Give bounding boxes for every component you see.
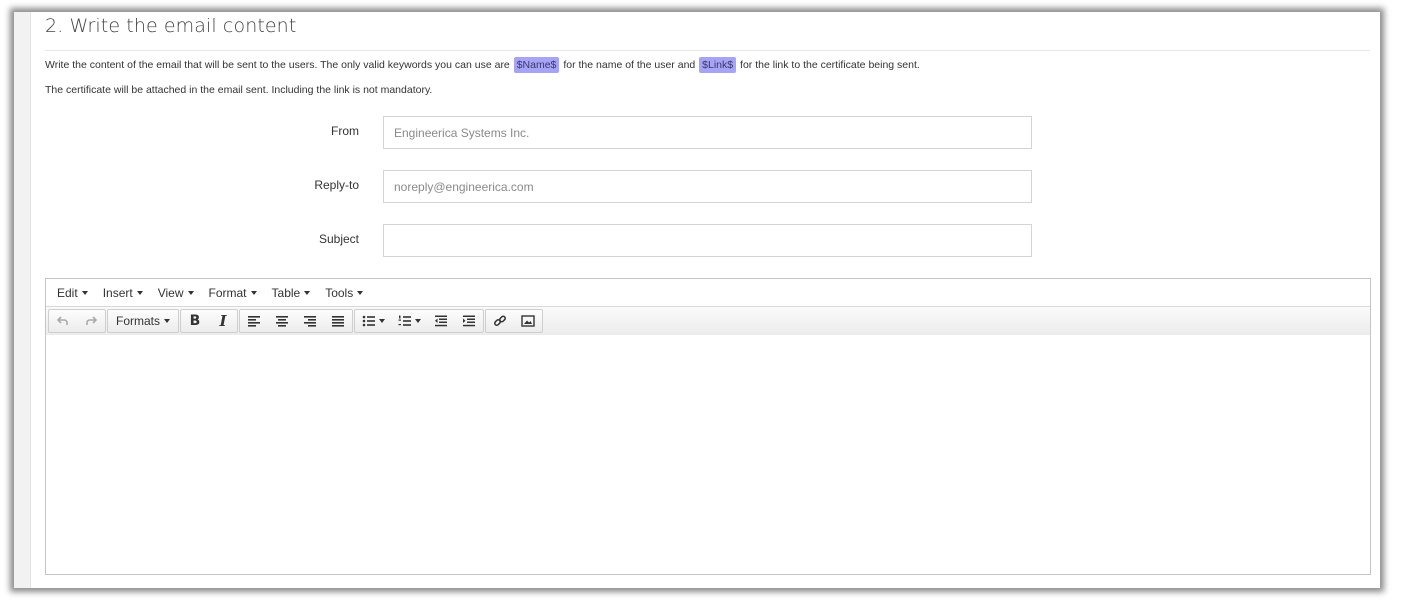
chevron-down-icon xyxy=(187,290,194,295)
align-right-icon xyxy=(304,316,317,327)
insert-group xyxy=(485,309,544,333)
editor-toolbar: Formats B I xyxy=(46,307,1370,336)
bold-button[interactable]: B xyxy=(181,310,209,332)
formats-group: Formats xyxy=(107,309,180,333)
chevron-down-icon xyxy=(164,319,171,323)
align-left-button[interactable] xyxy=(240,310,268,332)
align-left-icon xyxy=(248,316,261,327)
italic-button[interactable]: I xyxy=(209,310,237,332)
page-content: 2. Write the email content Write the con… xyxy=(14,12,1380,588)
reply-to-label: Reply-to xyxy=(314,178,359,192)
description-prefix: Write the content of the email that will… xyxy=(45,59,510,71)
chevron-down-icon xyxy=(250,290,257,295)
subject-label: Subject xyxy=(318,232,359,246)
menu-table-label: Table xyxy=(271,285,301,300)
title-divider xyxy=(45,50,1370,51)
align-center-button[interactable] xyxy=(268,310,296,332)
chevron-down-icon xyxy=(378,319,385,323)
description-suffix: for the link to the certificate being se… xyxy=(740,59,920,71)
formats-label: Formats xyxy=(116,314,161,328)
keyword-name-badge: $Name$ xyxy=(513,57,560,73)
keyword-link-badge: $Link$ xyxy=(699,57,737,73)
description-line-1: Write the content of the email that will… xyxy=(45,57,920,73)
from-label: From xyxy=(331,124,359,138)
editor-content-area[interactable] xyxy=(46,335,1370,574)
screenshot-frame: 2. Write the email content Write the con… xyxy=(14,12,1380,588)
sidebar-edge xyxy=(14,12,31,588)
chevron-down-icon xyxy=(414,319,421,323)
subject-input[interactable] xyxy=(383,224,1032,257)
insert-image-button[interactable] xyxy=(514,310,542,332)
chevron-down-icon xyxy=(304,290,311,295)
alignment-group xyxy=(239,309,354,333)
menu-view-label: View xyxy=(157,285,184,300)
indent-button[interactable] xyxy=(455,310,483,332)
menu-tools-label: Tools xyxy=(325,285,354,300)
outdent-button[interactable] xyxy=(427,310,455,332)
redo-icon xyxy=(86,316,97,325)
menu-insert[interactable]: Insert xyxy=(96,286,151,300)
align-right-button[interactable] xyxy=(296,310,324,332)
image-icon xyxy=(521,315,535,327)
menu-edit-label: Edit xyxy=(57,285,78,300)
link-icon xyxy=(494,315,506,326)
style-group: B I xyxy=(180,309,239,333)
italic-icon: I xyxy=(219,312,227,330)
bullet-list-icon xyxy=(362,315,375,327)
description-line-2: The certificate will be attached in the … xyxy=(45,84,433,96)
numbered-list-button[interactable] xyxy=(391,310,427,332)
reply-to-input[interactable] xyxy=(383,170,1032,203)
history-group xyxy=(48,309,106,333)
menu-format[interactable]: Format xyxy=(202,286,265,300)
justify-icon xyxy=(332,316,345,327)
numbered-list-icon xyxy=(398,315,411,326)
description-mid: for the name of the user and xyxy=(563,59,696,71)
menu-table[interactable]: Table xyxy=(265,286,319,300)
menu-tools[interactable]: Tools xyxy=(318,286,371,300)
list-group xyxy=(354,309,485,333)
justify-button[interactable] xyxy=(324,310,352,332)
formats-dropdown[interactable]: Formats xyxy=(108,310,178,332)
section-title: 2. Write the email content xyxy=(45,15,297,37)
editor-menubar: Edit Insert View Format Table Tools xyxy=(46,279,1370,307)
undo-icon xyxy=(57,316,68,325)
bold-icon: B xyxy=(189,313,201,329)
insert-link-button[interactable] xyxy=(486,310,514,332)
menu-view[interactable]: View xyxy=(151,286,202,300)
menu-edit[interactable]: Edit xyxy=(50,286,96,300)
outdent-icon xyxy=(435,315,448,327)
menu-insert-label: Insert xyxy=(102,285,133,300)
redo-button[interactable] xyxy=(77,310,105,332)
indent-icon xyxy=(463,315,476,327)
menu-format-label: Format xyxy=(208,285,247,300)
bullet-list-button[interactable] xyxy=(355,310,391,332)
align-center-icon xyxy=(276,316,289,327)
chevron-down-icon xyxy=(81,290,88,295)
undo-button[interactable] xyxy=(49,310,77,332)
chevron-down-icon xyxy=(357,290,364,295)
from-input[interactable] xyxy=(383,116,1032,149)
chevron-down-icon xyxy=(136,290,143,295)
rich-text-editor: Edit Insert View Format Table Tools Form… xyxy=(45,278,1371,575)
